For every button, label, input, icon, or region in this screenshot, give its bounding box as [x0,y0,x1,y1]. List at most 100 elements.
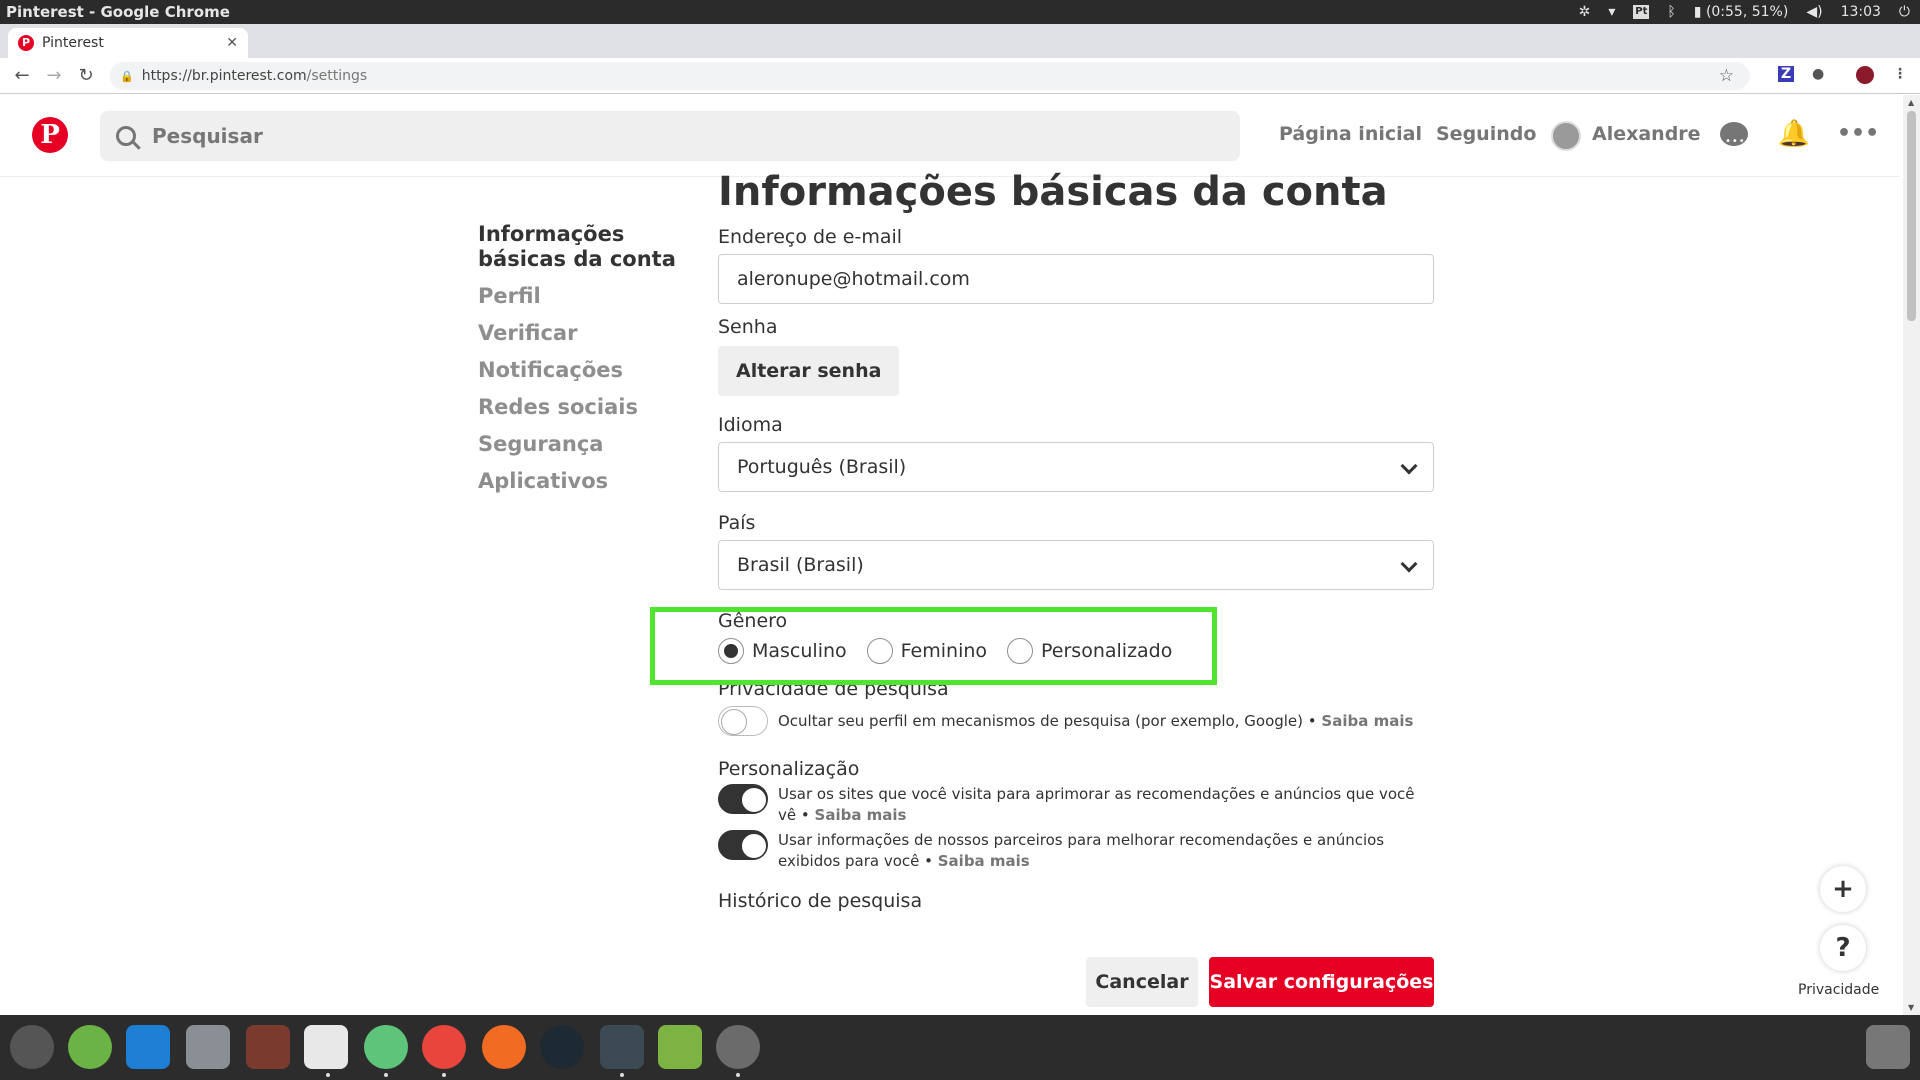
keyboard-layout-icon[interactable]: Pt [1633,5,1650,19]
libreoffice-calc-icon[interactable] [658,1025,702,1069]
ubuntu-launcher-icon[interactable] [10,1025,54,1069]
vscode-icon[interactable] [126,1025,170,1069]
language-label: Idioma [718,414,783,436]
add-plus-icon[interactable]: + [1820,866,1866,912]
learn-more-link[interactable]: Saiba mais [1321,712,1413,730]
settings-icon[interactable]: ✲ [1579,4,1591,20]
running-indicator [442,1073,446,1077]
clock[interactable]: 13:03 [1841,4,1881,20]
personalization-label: Personalização [718,758,860,780]
search-bar[interactable] [100,111,1240,161]
more-options-icon[interactable]: ••• [1837,117,1879,151]
search-history-label: Histórico de pesquisa [718,890,923,912]
profile-avatar-icon[interactable] [1856,66,1874,84]
book-app-icon[interactable] [246,1025,290,1069]
postman-icon[interactable] [482,1025,526,1069]
search-privacy-toggle[interactable] [718,706,768,736]
back-icon[interactable]: ← [6,65,38,86]
atom-icon[interactable] [364,1025,408,1069]
pinterest-logo-icon[interactable]: P [32,117,68,153]
cancel-button[interactable]: Cancelar [1086,957,1198,1007]
country-select[interactable]: Brasil (Brasil) [718,540,1434,590]
scroll-up-icon[interactable]: ▲ [1908,98,1914,107]
email-label: Endereço de e-mail [718,226,903,248]
volume-icon[interactable]: ◀) [1806,4,1822,20]
nav-profile[interactable]: Alexandre [1592,123,1701,145]
search-input[interactable] [152,124,752,148]
learn-more-link[interactable]: Saiba mais [938,852,1030,870]
url-host: https://br.pinterest.com [141,68,307,84]
privacy-link[interactable]: Privacidade [1798,982,1879,998]
battery-icon: ▮ [1693,4,1702,20]
chrome-icon[interactable] [422,1025,466,1069]
running-indicator [384,1073,388,1077]
running-indicator [736,1073,740,1077]
personalization-partners-toggle[interactable] [718,830,768,860]
personalization-partners-description: Usar informações de nossos parceiros par… [778,830,1434,872]
pinterest-header: P Página inicial Seguindo Alexandre 🔔 ••… [0,95,1900,177]
running-indicator [326,1073,330,1077]
url-path: /settings [306,68,368,84]
nav-following[interactable]: Seguindo [1436,123,1536,145]
help-icon[interactable]: ? [1820,925,1866,971]
os-taskbar [0,1015,1920,1080]
android-studio-icon[interactable] [68,1025,112,1069]
user-avatar[interactable] [1551,121,1581,151]
notifications-bell-icon[interactable]: 🔔 [1777,117,1811,151]
wifi-icon[interactable]: ▾ [1608,4,1615,20]
personalization-partners-text: Usar informações de nossos parceiros par… [778,831,1385,870]
trash-icon[interactable] [1866,1025,1910,1069]
sidebar-item-verify[interactable]: Verificar [478,321,698,346]
tab-pinterest[interactable]: P Pinterest ✕ [8,28,248,58]
search-privacy-row: Ocultar seu perfil em mecanismos de pesq… [718,706,1434,736]
sidebar-item-security[interactable]: Segurança [478,432,698,457]
zotero-extension-icon[interactable]: Z [1778,66,1795,82]
tab-title: Pinterest [42,35,104,51]
files-icon[interactable] [186,1025,230,1069]
close-tab-icon[interactable]: ✕ [226,35,238,51]
address-row: ← → ↻ 🔒 https://br.pinterest.com/setting… [0,58,1920,94]
running-indicator [620,1073,624,1077]
lock-icon[interactable]: 🔒 [120,70,134,83]
os-top-bar: Pinterest - Google Chrome ✲ ▾ Pt ᛒ ▮ (0:… [0,0,1920,24]
sidebar-item-social-networks[interactable]: Redes sociais [478,395,698,420]
search-icon [116,126,136,146]
scroll-down-icon[interactable]: ▼ [1908,1003,1914,1012]
url-bar[interactable]: 🔒 https://br.pinterest.com/settings ☆ [110,62,1750,90]
forward-icon[interactable]: → [38,65,70,86]
personalization-row-1: Usar os sites que você visita para aprim… [718,784,1434,826]
learn-more-link[interactable]: Saiba mais [815,806,907,824]
page-scrollbar[interactable]: ▲ ▼ [1903,95,1920,1015]
personalization-sites-toggle[interactable] [718,784,768,814]
email-field[interactable]: aleronupe@hotmail.com [718,254,1434,304]
slack-icon[interactable] [304,1025,348,1069]
sidebar-item-profile[interactable]: Perfil [478,284,698,309]
reload-icon[interactable]: ↻ [70,65,102,86]
search-privacy-description: Ocultar seu perfil em mecanismos de pesq… [778,711,1413,732]
window-title: Pinterest - Google Chrome [6,3,230,21]
battery-status[interactable]: ▮ (0:55, 51%) [1694,4,1789,20]
nav-home[interactable]: Página inicial [1279,123,1422,145]
gimp-icon[interactable] [716,1025,760,1069]
language-select[interactable]: Português (Brasil) [718,442,1434,492]
scrollbar-thumb[interactable] [1907,111,1916,321]
sidebar-item-apps[interactable]: Aplicativos [478,469,698,494]
extension-icon[interactable]: ● [1812,66,1824,82]
terminal-icon[interactable] [600,1025,644,1069]
sidebar-item-notifications[interactable]: Notificações [478,358,698,383]
gitkraken-icon[interactable] [540,1025,584,1069]
save-settings-button[interactable]: Salvar configurações [1209,957,1434,1007]
change-password-button[interactable]: Alterar senha [718,346,900,396]
chrome-menu-icon[interactable]: ⋮ [1893,66,1907,82]
language-value: Português (Brasil) [737,456,907,478]
power-icon[interactable]: ⏻ [1899,4,1910,20]
country-value: Brasil (Brasil) [737,554,864,576]
personalization-sites-description: Usar os sites que você visita para aprim… [778,784,1434,826]
messages-icon[interactable] [1717,117,1751,159]
bookmark-star-icon[interactable]: ☆ [1719,66,1734,86]
settings-sidebar: Informações básicas da conta Perfil Veri… [478,222,698,506]
password-label: Senha [718,316,778,338]
bluetooth-icon[interactable]: ᛒ [1667,4,1675,20]
pinterest-favicon-icon: P [18,35,34,51]
sidebar-item-basic-info[interactable]: Informações básicas da conta [478,222,698,272]
